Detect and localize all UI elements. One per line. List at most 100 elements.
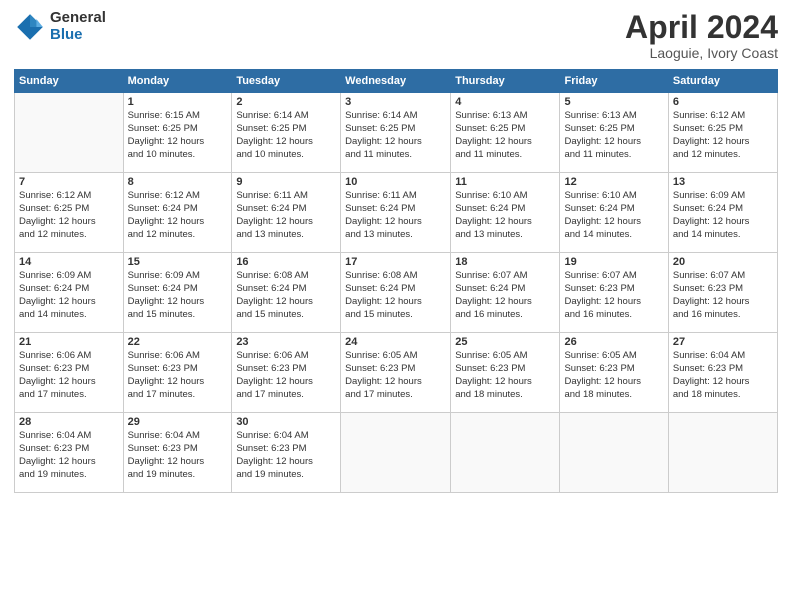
calendar-cell: 2 Sunrise: 6:14 AMSunset: 6:25 PMDaylight… <box>232 93 341 173</box>
day-info: Sunrise: 6:08 AMSunset: 6:24 PMDaylight:… <box>345 270 446 321</box>
day-info: Sunrise: 6:04 AMSunset: 6:23 PMDaylight:… <box>19 430 119 481</box>
day-number: 7 <box>19 176 119 188</box>
day-number: 5 <box>564 96 663 108</box>
day-info: Sunrise: 6:11 AMSunset: 6:24 PMDaylight:… <box>236 190 336 241</box>
day-info: Sunrise: 6:14 AMSunset: 6:25 PMDaylight:… <box>345 110 446 161</box>
header: General Blue April 2024 Laoguie, Ivory C… <box>14 10 778 61</box>
logo-icon <box>14 11 46 43</box>
calendar-cell: 18 Sunrise: 6:07 AMSunset: 6:24 PMDayligh… <box>451 253 560 333</box>
title-block: April 2024 Laoguie, Ivory Coast <box>625 10 778 61</box>
day-number: 16 <box>236 256 336 268</box>
calendar-cell: 4Sunrise: 6:13 AMSunset: 6:25 PMDaylight… <box>451 93 560 173</box>
calendar-cell: 25Sunrise: 6:05 AMSunset: 6:23 PMDayligh… <box>451 333 560 413</box>
day-number: 2 <box>236 96 336 108</box>
week-row-3: 14 Sunrise: 6:09 AMSunset: 6:24 PMDayligh… <box>15 253 778 333</box>
calendar-cell: 22 Sunrise: 6:06 AMSunset: 6:23 PMDayligh… <box>123 333 232 413</box>
day-info: Sunrise: 6:10 AMSunset: 6:24 PMDaylight:… <box>564 190 663 241</box>
page: General Blue April 2024 Laoguie, Ivory C… <box>0 0 792 612</box>
calendar-cell <box>451 413 560 493</box>
calendar-cell <box>15 93 124 173</box>
col-header-friday: Friday <box>560 70 668 93</box>
day-number: 22 <box>128 336 228 348</box>
week-row-5: 28 Sunrise: 6:04 AMSunset: 6:23 PMDayligh… <box>15 413 778 493</box>
day-number: 27 <box>673 336 773 348</box>
day-info: Sunrise: 6:06 AMSunset: 6:23 PMDaylight:… <box>128 350 228 401</box>
day-info: Sunrise: 6:14 AMSunset: 6:25 PMDaylight:… <box>236 110 336 161</box>
day-info: Sunrise: 6:10 AMSunset: 6:24 PMDaylight:… <box>455 190 555 241</box>
day-info: Sunrise: 6:07 AMSunset: 6:24 PMDaylight:… <box>455 270 555 321</box>
logo-general: General <box>50 10 106 27</box>
calendar-cell: 13 Sunrise: 6:09 AMSunset: 6:24 PMDayligh… <box>668 173 777 253</box>
days-header-row: SundayMondayTuesdayWednesdayThursdayFrid… <box>15 70 778 93</box>
col-header-wednesday: Wednesday <box>341 70 451 93</box>
month-title: April 2024 <box>625 10 778 45</box>
day-info: Sunrise: 6:13 AMSunset: 6:25 PMDaylight:… <box>455 110 555 161</box>
calendar-cell <box>668 413 777 493</box>
day-info: Sunrise: 6:04 AMSunset: 6:23 PMDaylight:… <box>236 430 336 481</box>
calendar-cell: 7 Sunrise: 6:12 AMSunset: 6:25 PMDaylight… <box>15 173 124 253</box>
day-info: Sunrise: 6:13 AMSunset: 6:25 PMDaylight:… <box>564 110 663 161</box>
week-row-2: 7 Sunrise: 6:12 AMSunset: 6:25 PMDaylight… <box>15 173 778 253</box>
col-header-tuesday: Tuesday <box>232 70 341 93</box>
calendar-header: SundayMondayTuesdayWednesdayThursdayFrid… <box>15 70 778 93</box>
day-number: 19 <box>564 256 663 268</box>
calendar-cell <box>341 413 451 493</box>
calendar-cell: 8 Sunrise: 6:12 AMSunset: 6:24 PMDaylight… <box>123 173 232 253</box>
day-info: Sunrise: 6:09 AMSunset: 6:24 PMDaylight:… <box>128 270 228 321</box>
calendar-cell: 30 Sunrise: 6:04 AMSunset: 6:23 PMDayligh… <box>232 413 341 493</box>
calendar-cell <box>560 413 668 493</box>
calendar-cell: 20Sunrise: 6:07 AMSunset: 6:23 PMDayligh… <box>668 253 777 333</box>
calendar-cell: 9 Sunrise: 6:11 AMSunset: 6:24 PMDaylight… <box>232 173 341 253</box>
day-info: Sunrise: 6:06 AMSunset: 6:23 PMDaylight:… <box>236 350 336 401</box>
day-info: Sunrise: 6:12 AMSunset: 6:25 PMDaylight:… <box>673 110 773 161</box>
calendar-cell: 5 Sunrise: 6:13 AMSunset: 6:25 PMDaylight… <box>560 93 668 173</box>
calendar-cell: 16Sunrise: 6:08 AMSunset: 6:24 PMDayligh… <box>232 253 341 333</box>
day-info: Sunrise: 6:04 AMSunset: 6:23 PMDaylight:… <box>673 350 773 401</box>
day-number: 20 <box>673 256 773 268</box>
calendar-cell: 27 Sunrise: 6:04 AMSunset: 6:23 PMDayligh… <box>668 333 777 413</box>
day-number: 29 <box>128 416 228 428</box>
day-number: 21 <box>19 336 119 348</box>
day-number: 14 <box>19 256 119 268</box>
day-info: Sunrise: 6:05 AMSunset: 6:23 PMDaylight:… <box>564 350 663 401</box>
day-number: 15 <box>128 256 228 268</box>
day-info: Sunrise: 6:06 AMSunset: 6:23 PMDaylight:… <box>19 350 119 401</box>
calendar-cell: 15 Sunrise: 6:09 AMSunset: 6:24 PMDayligh… <box>123 253 232 333</box>
col-header-sunday: Sunday <box>15 70 124 93</box>
day-number: 1 <box>128 96 228 108</box>
day-info: Sunrise: 6:12 AMSunset: 6:24 PMDaylight:… <box>128 190 228 241</box>
calendar-cell: 23 Sunrise: 6:06 AMSunset: 6:23 PMDayligh… <box>232 333 341 413</box>
day-number: 8 <box>128 176 228 188</box>
day-number: 25 <box>455 336 555 348</box>
calendar-cell: 17 Sunrise: 6:08 AMSunset: 6:24 PMDayligh… <box>341 253 451 333</box>
day-number: 13 <box>673 176 773 188</box>
logo-text: General Blue <box>50 10 106 43</box>
day-number: 30 <box>236 416 336 428</box>
day-number: 17 <box>345 256 446 268</box>
day-number: 11 <box>455 176 555 188</box>
day-info: Sunrise: 6:09 AMSunset: 6:24 PMDaylight:… <box>673 190 773 241</box>
col-header-monday: Monday <box>123 70 232 93</box>
day-info: Sunrise: 6:11 AMSunset: 6:24 PMDaylight:… <box>345 190 446 241</box>
day-info: Sunrise: 6:15 AMSunset: 6:25 PMDaylight:… <box>128 110 228 161</box>
col-header-saturday: Saturday <box>668 70 777 93</box>
day-number: 23 <box>236 336 336 348</box>
calendar-cell: 14 Sunrise: 6:09 AMSunset: 6:24 PMDayligh… <box>15 253 124 333</box>
calendar-cell: 21 Sunrise: 6:06 AMSunset: 6:23 PMDayligh… <box>15 333 124 413</box>
day-number: 18 <box>455 256 555 268</box>
day-info: Sunrise: 6:09 AMSunset: 6:24 PMDaylight:… <box>19 270 119 321</box>
day-info: Sunrise: 6:07 AMSunset: 6:23 PMDaylight:… <box>564 270 663 321</box>
day-info: Sunrise: 6:12 AMSunset: 6:25 PMDaylight:… <box>19 190 119 241</box>
day-number: 9 <box>236 176 336 188</box>
day-info: Sunrise: 6:05 AMSunset: 6:23 PMDaylight:… <box>345 350 446 401</box>
calendar-cell: 19 Sunrise: 6:07 AMSunset: 6:23 PMDayligh… <box>560 253 668 333</box>
day-info: Sunrise: 6:04 AMSunset: 6:23 PMDaylight:… <box>128 430 228 481</box>
calendar-cell: 11 Sunrise: 6:10 AMSunset: 6:24 PMDayligh… <box>451 173 560 253</box>
day-number: 28 <box>19 416 119 428</box>
calendar-cell: 28 Sunrise: 6:04 AMSunset: 6:23 PMDayligh… <box>15 413 124 493</box>
day-number: 10 <box>345 176 446 188</box>
day-number: 24 <box>345 336 446 348</box>
week-row-1: 1 Sunrise: 6:15 AMSunset: 6:25 PMDaylight… <box>15 93 778 173</box>
calendar-cell: 24 Sunrise: 6:05 AMSunset: 6:23 PMDayligh… <box>341 333 451 413</box>
location-subtitle: Laoguie, Ivory Coast <box>625 45 778 61</box>
